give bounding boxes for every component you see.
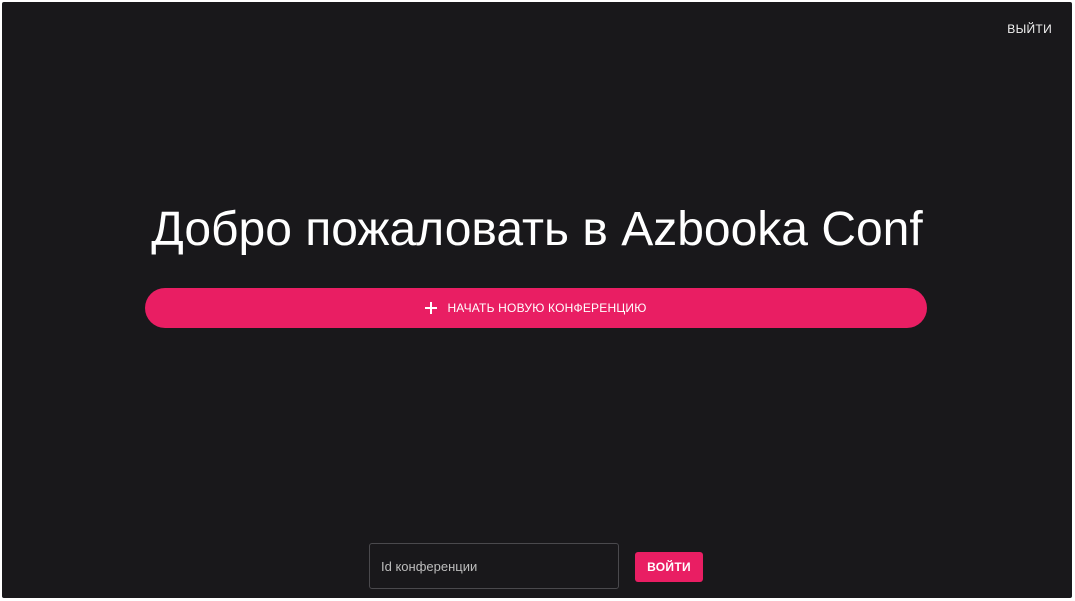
page-title: Добро пожаловать в Azbooka Conf [151, 203, 923, 256]
start-new-conference-button[interactable]: НАЧАТЬ НОВУЮ КОНФЕРЕНЦИЮ [145, 288, 927, 328]
join-conference-button[interactable]: ВОЙТИ [635, 552, 703, 582]
conference-id-input[interactable] [369, 543, 619, 589]
app-screen: ВЫЙТИ Добро пожаловать в Azbooka Conf НА… [2, 2, 1072, 598]
logout-button[interactable]: ВЫЙТИ [1005, 20, 1054, 38]
plus-icon [425, 302, 438, 314]
start-new-conference-label: НАЧАТЬ НОВУЮ КОНФЕРЕНЦИЮ [447, 301, 647, 315]
